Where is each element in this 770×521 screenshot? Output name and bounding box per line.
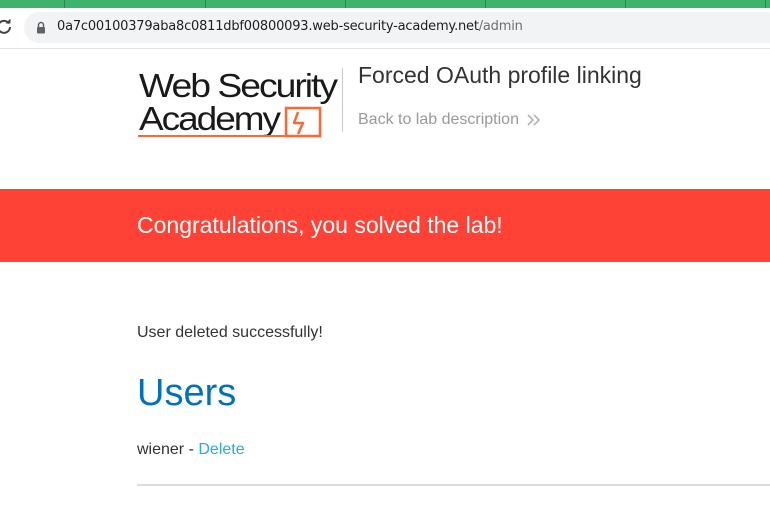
- banner-text: Congratulations, you solved the lab!: [137, 212, 503, 238]
- url-text[interactable]: 0a7c00100379aba8c0811dbf00800093.web-sec…: [57, 19, 523, 34]
- browser-toolbar: 0a7c00100379aba8c0811dbf00800093.web-sec…: [0, 8, 770, 49]
- user-list-item: wiener - Delete: [137, 441, 245, 459]
- double-chevron-right-icon: [527, 114, 541, 126]
- back-link-label: Back to lab description: [358, 111, 519, 128]
- reload-icon[interactable]: [0, 19, 12, 35]
- logo-line2: Academy: [139, 100, 282, 137]
- tab-separator: [345, 0, 346, 8]
- delete-user-link[interactable]: Delete: [198, 441, 244, 458]
- logo-bolt-icon: [284, 106, 322, 138]
- lab-title: Forced OAuth profile linking: [358, 62, 642, 88]
- user-name: wiener: [137, 441, 185, 458]
- logo-line1: Web Security: [139, 68, 338, 104]
- user-separator: -: [184, 441, 199, 458]
- page-title: Users: [137, 372, 237, 414]
- address-bar[interactable]: 0a7c00100379aba8c0811dbf00800093.web-sec…: [24, 12, 770, 43]
- tab-separator: [485, 0, 486, 8]
- tab-separator: [625, 0, 626, 8]
- url-path: /admin: [478, 19, 523, 34]
- url-host: 0a7c00100379aba8c0811dbf00800093.web-sec…: [57, 19, 479, 34]
- web-security-academy-logo[interactable]: Web Security Academy: [138, 67, 340, 140]
- content-divider: [137, 484, 770, 486]
- logo-graphic: Web Security Academy: [138, 67, 340, 138]
- browser-tabstrip: [0, 0, 770, 8]
- lock-icon[interactable]: [36, 21, 46, 34]
- tab-separator: [205, 0, 206, 8]
- header-divider: [342, 68, 343, 132]
- tab-separator: [64, 0, 65, 8]
- lab-solved-banner: Congratulations, you solved the lab!: [0, 189, 770, 262]
- tab-separator: [765, 0, 766, 8]
- status-message: User deleted successfully!: [137, 324, 323, 341]
- back-to-lab-link[interactable]: Back to lab description: [358, 111, 542, 129]
